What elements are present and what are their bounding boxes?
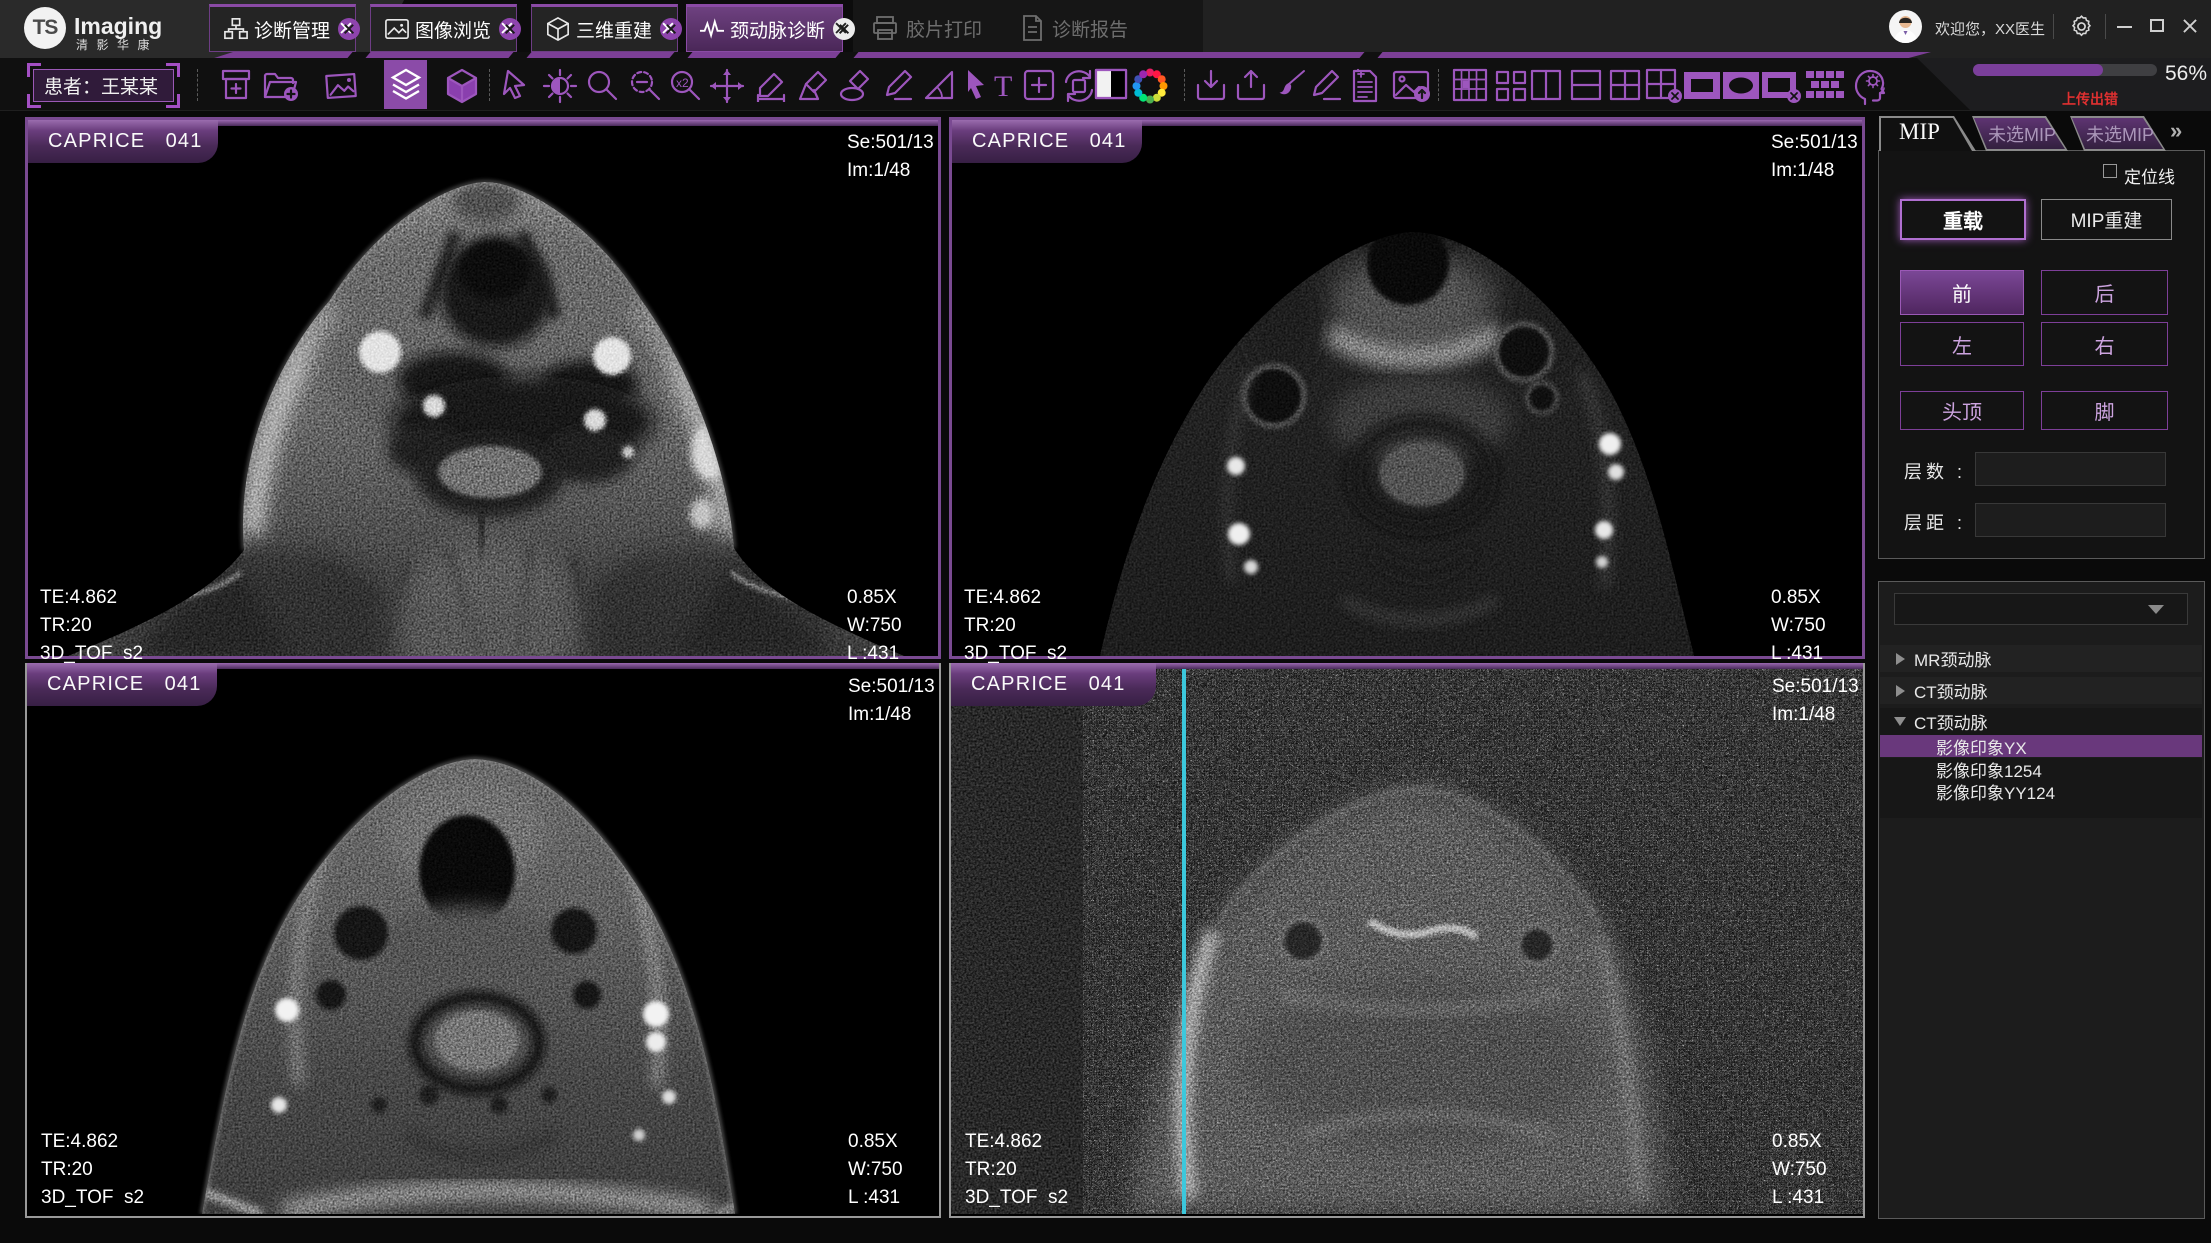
svg-text:x2: x2	[676, 76, 689, 90]
svg-text:T: T	[994, 70, 1012, 102]
